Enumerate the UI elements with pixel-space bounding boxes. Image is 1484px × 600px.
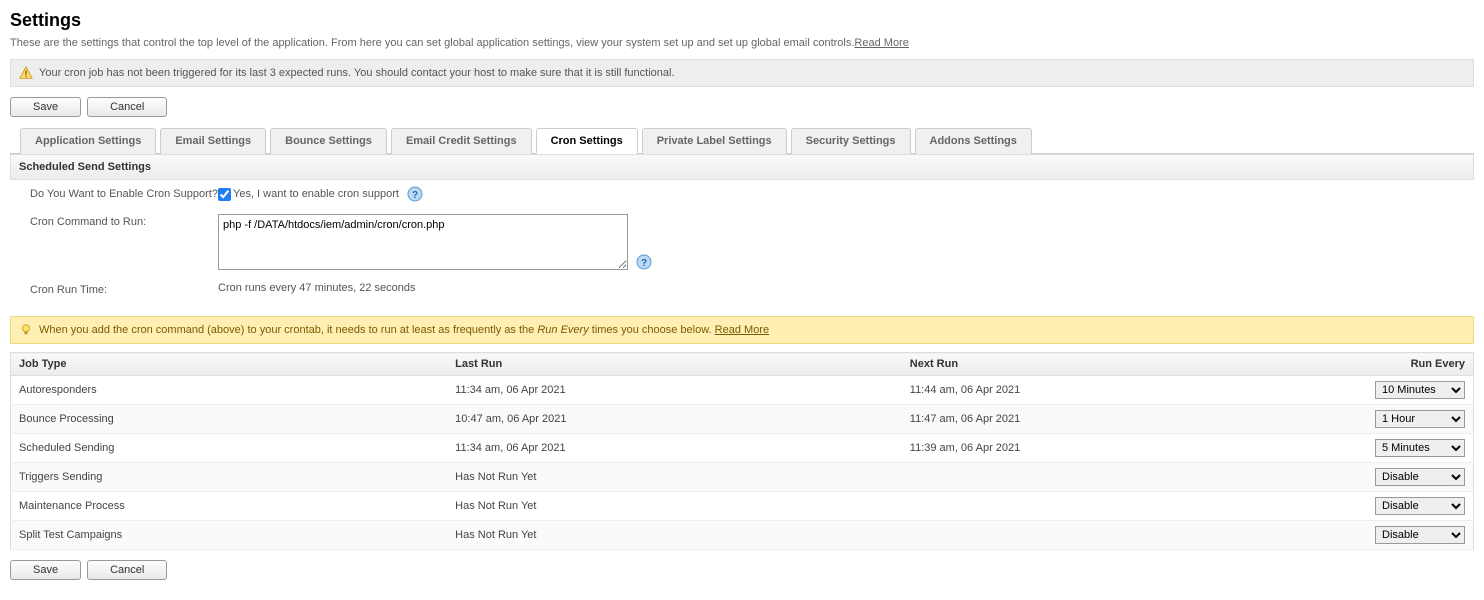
tab-private-label-settings[interactable]: Private Label Settings (642, 128, 787, 154)
next-run-cell: 11:44 am, 06 Apr 2021 (902, 376, 1354, 405)
read-more-link[interactable]: Read More (854, 37, 908, 49)
tip-text: When you add the cron command (above) to… (39, 324, 769, 336)
lightbulb-icon (19, 323, 33, 337)
cancel-button[interactable]: Cancel (87, 560, 167, 580)
warning-icon (19, 66, 33, 80)
run-every-cell: Disable1 Minute5 Minutes10 Minutes15 Min… (1354, 434, 1474, 463)
cron-runtime-label: Cron Run Time: (18, 282, 218, 296)
button-row-bottom: Save Cancel (10, 560, 1474, 580)
tab-bounce-settings[interactable]: Bounce Settings (270, 128, 387, 154)
section-header: Scheduled Send Settings (10, 154, 1474, 180)
tip-read-more-link[interactable]: Read More (715, 324, 769, 336)
tabs-bar: Application SettingsEmail SettingsBounce… (10, 127, 1474, 154)
save-button[interactable]: Save (10, 97, 81, 117)
next-run-cell (902, 463, 1354, 492)
page-description: These are the settings that control the … (10, 37, 1474, 49)
tip-suffix: times you choose below. (589, 324, 715, 336)
tab-email-settings[interactable]: Email Settings (160, 128, 266, 154)
col-next-run: Next Run (902, 353, 1354, 376)
table-row: Triggers SendingHas Not Run Yet Disable1 … (11, 463, 1474, 492)
cancel-button[interactable]: Cancel (87, 97, 167, 117)
enable-cron-row: Do You Want to Enable Cron Support? Yes,… (10, 180, 1474, 208)
cron-runtime-row: Cron Run Time: Cron runs every 47 minute… (10, 276, 1474, 302)
table-row: Autoresponders11:34 am, 06 Apr 202111:44… (11, 376, 1474, 405)
job-type-cell: Autoresponders (11, 376, 448, 405)
job-type-cell: Triggers Sending (11, 463, 448, 492)
warning-text: Your cron job has not been triggered for… (39, 67, 675, 79)
last-run-cell: Has Not Run Yet (447, 463, 902, 492)
save-button[interactable]: Save (10, 560, 81, 580)
run-every-cell: Disable1 Minute5 Minutes10 Minutes15 Min… (1354, 521, 1474, 550)
tip-prefix: When you add the cron command (above) to… (39, 324, 537, 336)
page-title: Settings (10, 10, 1474, 31)
cron-command-input[interactable] (218, 214, 628, 270)
run-every-select[interactable]: Disable1 Minute5 Minutes10 Minutes15 Min… (1375, 526, 1465, 544)
run-every-cell: Disable1 Minute5 Minutes10 Minutes15 Min… (1354, 405, 1474, 434)
cron-command-label: Cron Command to Run: (18, 214, 218, 228)
run-every-cell: Disable1 Minute5 Minutes10 Minutes15 Min… (1354, 376, 1474, 405)
tab-addons-settings[interactable]: Addons Settings (915, 128, 1032, 154)
col-last-run: Last Run (447, 353, 902, 376)
run-every-select[interactable]: Disable1 Minute5 Minutes10 Minutes15 Min… (1375, 497, 1465, 515)
last-run-cell: 11:34 am, 06 Apr 2021 (447, 376, 902, 405)
tab-cron-settings[interactable]: Cron Settings (536, 128, 638, 154)
next-run-cell: 11:47 am, 06 Apr 2021 (902, 405, 1354, 434)
tab-email-credit-settings[interactable]: Email Credit Settings (391, 128, 532, 154)
last-run-cell: 10:47 am, 06 Apr 2021 (447, 405, 902, 434)
tab-application-settings[interactable]: Application Settings (20, 128, 156, 154)
next-run-cell: 11:39 am, 06 Apr 2021 (902, 434, 1354, 463)
next-run-cell (902, 492, 1354, 521)
run-every-select[interactable]: Disable1 Minute5 Minutes10 Minutes15 Min… (1375, 439, 1465, 457)
help-icon[interactable]: ? (636, 254, 652, 270)
warning-alert: Your cron job has not been triggered for… (10, 59, 1474, 87)
enable-cron-checkbox-label: Yes, I want to enable cron support (233, 188, 399, 200)
table-row: Maintenance ProcessHas Not Run Yet Disabl… (11, 492, 1474, 521)
cron-runtime-value: Cron runs every 47 minutes, 22 seconds (218, 282, 1466, 294)
job-type-cell: Bounce Processing (11, 405, 448, 434)
next-run-cell (902, 521, 1354, 550)
enable-cron-checkbox[interactable] (218, 188, 231, 201)
last-run-cell: Has Not Run Yet (447, 492, 902, 521)
run-every-select[interactable]: Disable1 Minute5 Minutes10 Minutes15 Min… (1375, 381, 1465, 399)
col-job-type: Job Type (11, 353, 448, 376)
cron-command-row: Cron Command to Run: ? (10, 208, 1474, 276)
button-row-top: Save Cancel (10, 97, 1474, 117)
last-run-cell: 11:34 am, 06 Apr 2021 (447, 434, 902, 463)
table-row: Bounce Processing10:47 am, 06 Apr 202111… (11, 405, 1474, 434)
run-every-select[interactable]: Disable1 Minute5 Minutes10 Minutes15 Min… (1375, 410, 1465, 428)
job-type-cell: Scheduled Sending (11, 434, 448, 463)
svg-text:?: ? (641, 258, 647, 269)
job-type-cell: Split Test Campaigns (11, 521, 448, 550)
run-every-cell: Disable1 Minute5 Minutes10 Minutes15 Min… (1354, 492, 1474, 521)
col-run-every: Run Every (1354, 353, 1474, 376)
job-type-cell: Maintenance Process (11, 492, 448, 521)
tab-security-settings[interactable]: Security Settings (791, 128, 911, 154)
last-run-cell: Has Not Run Yet (447, 521, 902, 550)
enable-cron-label: Do You Want to Enable Cron Support? (18, 186, 218, 200)
svg-text:?: ? (412, 190, 418, 201)
table-row: Scheduled Sending11:34 am, 06 Apr 202111… (11, 434, 1474, 463)
tip-box: When you add the cron command (above) to… (10, 316, 1474, 344)
description-text: These are the settings that control the … (10, 37, 854, 49)
jobs-table: Job Type Last Run Next Run Run Every Aut… (10, 352, 1474, 550)
help-icon[interactable]: ? (407, 186, 423, 202)
table-row: Split Test CampaignsHas Not Run Yet Disab… (11, 521, 1474, 550)
run-every-cell: Disable1 Minute5 Minutes10 Minutes15 Min… (1354, 463, 1474, 492)
tip-em: Run Every (537, 324, 588, 336)
run-every-select[interactable]: Disable1 Minute5 Minutes10 Minutes15 Min… (1375, 468, 1465, 486)
